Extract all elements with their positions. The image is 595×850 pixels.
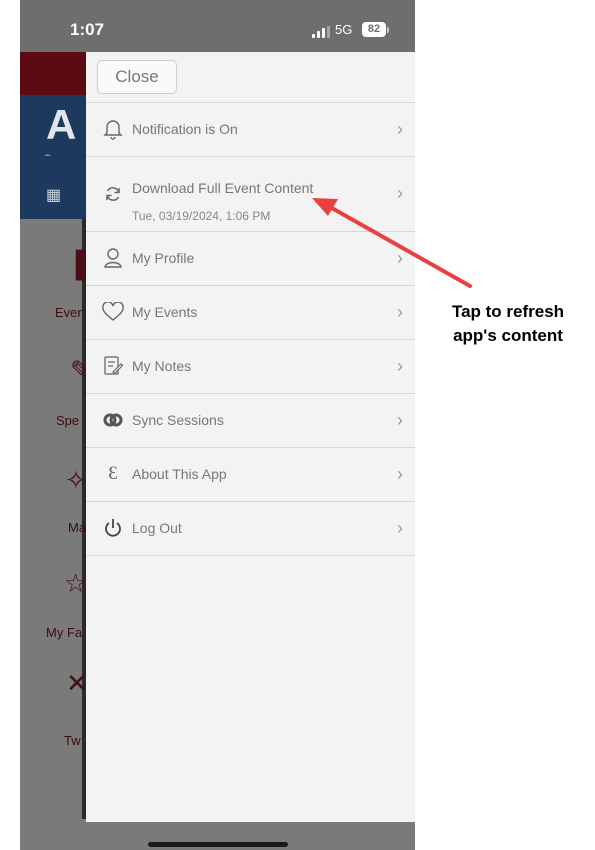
callout-line-1: Tap to refresh: [451, 302, 565, 321]
callout-line-2: app's content: [453, 326, 563, 345]
annotation-arrow: [312, 198, 472, 288]
annotation-callout: Tap to refresh app's content: [432, 300, 584, 348]
